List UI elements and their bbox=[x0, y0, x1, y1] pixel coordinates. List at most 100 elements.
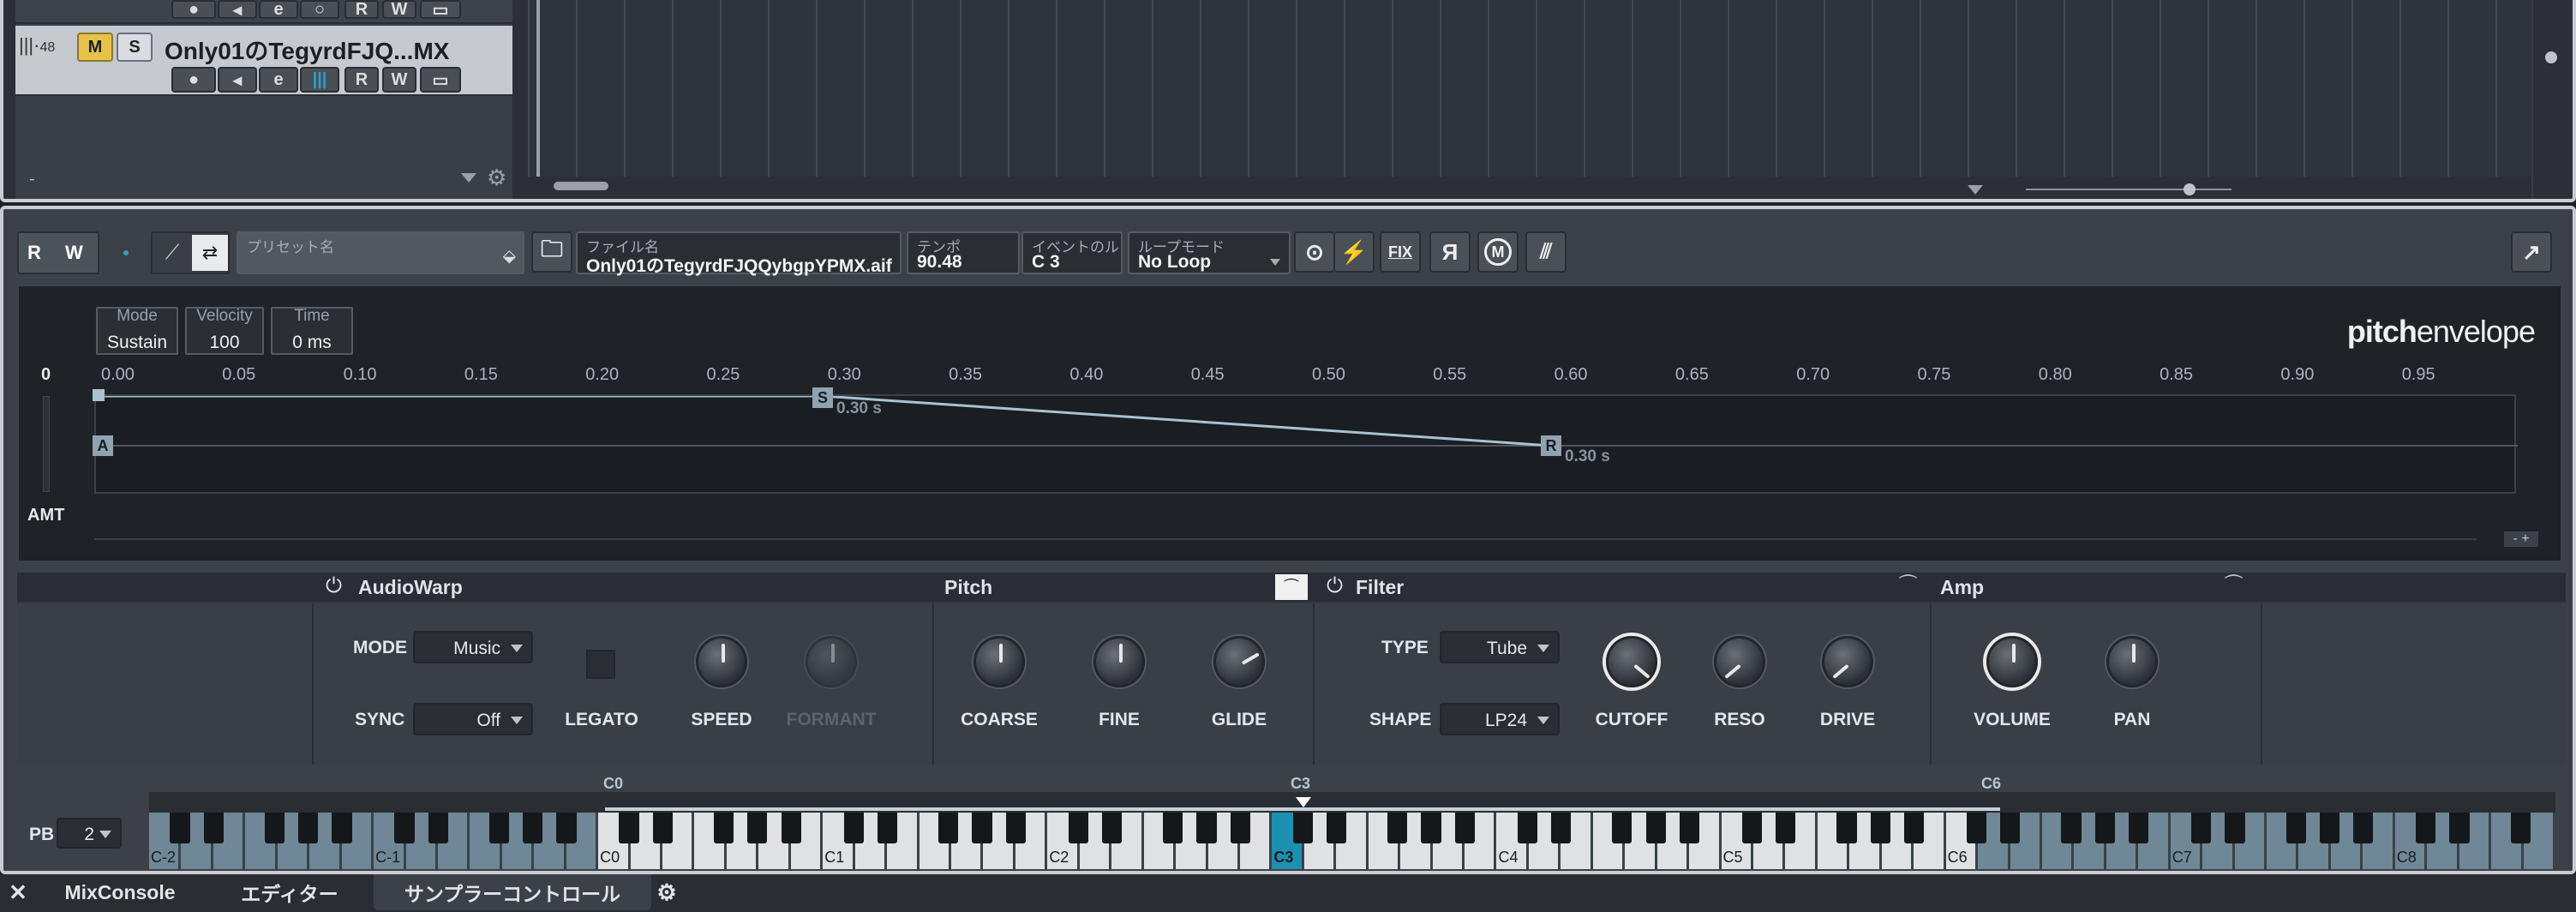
black-key[interactable] bbox=[747, 813, 768, 843]
dropdown-arrow-icon[interactable] bbox=[461, 173, 476, 183]
formant-knob[interactable] bbox=[806, 636, 857, 687]
preset-field[interactable]: プリセット名 ⬙ bbox=[237, 231, 524, 274]
read-button[interactable]: R bbox=[27, 242, 41, 264]
keyboard[interactable]: C0 C3 C6 C-2 C-1 C0 C1 C2 C3 C4 C5 C6 C7 C8 bbox=[149, 775, 2555, 869]
black-key[interactable] bbox=[1068, 813, 1088, 843]
record-enable-button[interactable]: ● bbox=[171, 0, 216, 19]
audiowarp-power-icon[interactable]: ⏻ bbox=[326, 574, 342, 598]
black-key[interactable] bbox=[877, 813, 898, 843]
tracklist-minus[interactable]: - bbox=[29, 170, 35, 189]
read-button[interactable]: R bbox=[344, 0, 379, 19]
black-key[interactable] bbox=[1101, 813, 1123, 843]
folder-icon[interactable]: 🗀 bbox=[531, 231, 572, 273]
black-key[interactable] bbox=[781, 813, 801, 843]
vertical-zoom[interactable] bbox=[2531, 0, 2566, 199]
fine-knob[interactable] bbox=[1093, 636, 1145, 687]
gear-icon[interactable]: ⚙ bbox=[651, 874, 682, 910]
black-key[interactable] bbox=[2061, 813, 2082, 843]
dropdown-arrow-icon[interactable] bbox=[1968, 185, 1983, 195]
drive-knob[interactable] bbox=[1822, 636, 1873, 687]
track-name[interactable]: Only01のTegyrdFJQ...MX bbox=[165, 33, 449, 67]
black-key[interactable] bbox=[2225, 813, 2245, 843]
mode-select[interactable]: Music bbox=[413, 631, 533, 663]
coarse-knob[interactable] bbox=[973, 636, 1025, 687]
pitch-envelope-icon[interactable]: ⏜ bbox=[1275, 574, 1308, 600]
black-key[interactable] bbox=[1836, 813, 1857, 843]
black-key[interactable] bbox=[523, 813, 543, 843]
black-key[interactable] bbox=[1551, 813, 1572, 843]
glide-knob[interactable] bbox=[1213, 636, 1265, 687]
edit-button[interactable]: e bbox=[259, 67, 298, 93]
preset-save-icon[interactable]: ⬙ bbox=[503, 245, 516, 267]
audition-icon[interactable]: ⊙ bbox=[1294, 231, 1335, 273]
black-key[interactable] bbox=[1327, 813, 1347, 843]
black-key[interactable] bbox=[2353, 813, 2374, 843]
lightning-icon[interactable]: ⚡ bbox=[1333, 231, 1375, 273]
piano-keys[interactable]: C-2 C-1 C0 C1 C2 C3 C4 C5 C6 C7 C8 bbox=[149, 813, 2555, 869]
black-key[interactable] bbox=[1517, 813, 1538, 843]
tab-mixconsole[interactable]: MixConsole bbox=[34, 874, 206, 910]
file-field[interactable]: ファイル名 Only01のTegyrdFJQQybgpYPMX.aif bbox=[576, 231, 902, 276]
filter-envelope-icon[interactable]: ⏜ bbox=[1899, 574, 1917, 597]
time-box[interactable]: Time 0 ms bbox=[271, 307, 353, 355]
open-external-icon[interactable]: ↗ bbox=[2511, 231, 2552, 273]
release-node[interactable]: R bbox=[1541, 435, 1561, 456]
slice-icon[interactable]: ⫻ bbox=[1525, 231, 1567, 273]
track-row-selected[interactable]: |||·48 M S Only01のTegyrdFJQ...MX ● ◂ e |… bbox=[15, 26, 512, 96]
black-key[interactable] bbox=[1421, 813, 1441, 843]
edit-button[interactable]: e bbox=[259, 0, 298, 19]
black-key[interactable] bbox=[938, 813, 959, 843]
start-node[interactable] bbox=[93, 389, 105, 401]
reverse-button[interactable]: R bbox=[1429, 231, 1471, 273]
solo-button[interactable]: S bbox=[117, 33, 153, 62]
move-tool-icon[interactable]: ⇄ bbox=[192, 235, 228, 271]
cutoff-knob[interactable] bbox=[1606, 636, 1657, 687]
black-key[interactable] bbox=[556, 813, 577, 843]
loop-mode-select[interactable]: ループモード No Loop bbox=[1128, 231, 1291, 274]
attack-node[interactable]: A bbox=[93, 435, 113, 456]
velocity-box[interactable]: Velocity 100 bbox=[185, 307, 264, 355]
write-button[interactable]: W bbox=[382, 0, 416, 19]
channel-settings-button[interactable]: ▭ bbox=[420, 67, 461, 93]
pan-knob[interactable] bbox=[2106, 636, 2158, 687]
black-key[interactable] bbox=[2510, 813, 2531, 843]
zoom-slider[interactable] bbox=[2026, 189, 2232, 190]
record-enable-button[interactable]: ● bbox=[171, 67, 216, 93]
black-key[interactable] bbox=[652, 813, 673, 843]
black-key[interactable] bbox=[1163, 813, 1183, 843]
envelope-plot[interactable]: A S 0.30 s R 0.30 s bbox=[93, 387, 2518, 494]
write-button[interactable]: W bbox=[65, 242, 83, 264]
black-key[interactable] bbox=[1612, 813, 1632, 843]
black-key[interactable] bbox=[298, 813, 319, 843]
black-key[interactable] bbox=[1870, 813, 1890, 843]
black-key[interactable] bbox=[488, 813, 510, 843]
draw-tool-icon[interactable]: ⟋ bbox=[154, 235, 190, 271]
sync-select[interactable]: Off bbox=[413, 703, 533, 735]
zoom-buttons[interactable]: - + bbox=[2504, 531, 2538, 547]
pitch-envelope-editor[interactable]: Mode Sustain Velocity 100 Time 0 ms pitchen… bbox=[19, 286, 2561, 561]
channel-settings-button[interactable]: ▭ bbox=[420, 0, 461, 20]
mode-box[interactable]: Mode Sustain bbox=[96, 307, 178, 355]
amount-slider[interactable] bbox=[43, 396, 50, 492]
black-key[interactable] bbox=[1454, 813, 1475, 843]
black-key[interactable] bbox=[2319, 813, 2340, 843]
read-button[interactable]: R bbox=[344, 67, 379, 93]
tab-editor[interactable]: エディター bbox=[206, 874, 374, 910]
tempo-field[interactable]: テンポ 90.48 bbox=[907, 231, 1020, 274]
black-key[interactable] bbox=[1387, 813, 1408, 843]
black-key[interactable] bbox=[2129, 813, 2149, 843]
speed-knob[interactable] bbox=[696, 636, 747, 687]
black-key[interactable] bbox=[332, 813, 352, 843]
root-key-marker[interactable] bbox=[1296, 797, 1311, 807]
close-icon[interactable]: ✕ bbox=[5, 874, 31, 910]
zoom-slider-handle[interactable] bbox=[2184, 183, 2196, 195]
freeze-button[interactable]: ○ bbox=[300, 0, 339, 19]
horizontal-scrollbar[interactable] bbox=[528, 177, 2545, 199]
track-row[interactable]: ● ◂ e ○ R W ▭ bbox=[15, 0, 512, 24]
black-key[interactable] bbox=[2285, 813, 2306, 843]
black-key[interactable] bbox=[1903, 813, 1925, 843]
black-key[interactable] bbox=[1292, 813, 1313, 843]
key-range[interactable] bbox=[605, 807, 2000, 811]
pitchbend-select[interactable]: 2 bbox=[57, 818, 122, 849]
filter-power-icon[interactable]: ⏻ bbox=[1327, 574, 1343, 598]
